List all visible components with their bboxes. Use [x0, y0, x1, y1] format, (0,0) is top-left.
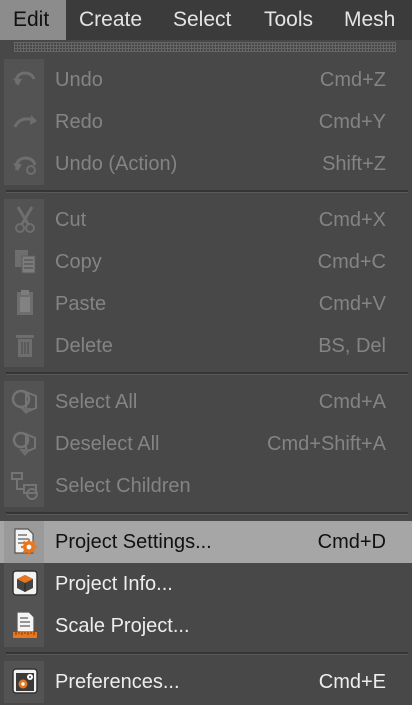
tear-off-handle[interactable] [14, 42, 396, 52]
menu-item-label: Undo (Action) [55, 153, 178, 175]
menu-item-project-settings[interactable]: Project Settings... Cmd+D [0, 521, 412, 563]
menu-item-label: Delete [55, 335, 113, 357]
menu-item-label: Select All [55, 391, 138, 413]
edit-menu-dropdown: Undo Cmd+Z Redo Cmd+Y Undo (Action) Shif… [0, 56, 412, 705]
project-settings-icon [14, 528, 37, 555]
menu-item-label: Scale Project... [55, 615, 190, 637]
menu-item-copy[interactable]: Copy Cmd+C [0, 241, 412, 283]
menu-item-label: Undo [55, 69, 103, 91]
shortcut-label: Cmd+C [317, 251, 386, 273]
redo-icon [13, 115, 37, 128]
shortcut-label: Cmd+Shift+A [267, 433, 386, 455]
menu-edit[interactable]: Edit [0, 0, 66, 40]
menu-create[interactable]: Create [79, 0, 142, 40]
menu-item-undo[interactable]: Undo Cmd+Z [0, 59, 412, 101]
menu-item-label: Project Settings... [55, 531, 212, 553]
menu-item-select-all[interactable]: Select All Cmd+A [0, 381, 412, 423]
preferences-icon [12, 668, 38, 694]
menu-separator [6, 372, 408, 375]
menu-item-label: Preferences... [55, 671, 180, 693]
paste-icon [17, 290, 33, 315]
menu-item-delete[interactable]: Delete BS, Del [0, 325, 412, 367]
menu-separator [6, 652, 408, 655]
select-children-icon [11, 472, 38, 500]
deselect-all-icon [12, 431, 36, 456]
undo-action-icon [13, 156, 37, 175]
menu-item-preferences[interactable]: Preferences... Cmd+E [0, 661, 412, 703]
menu-item-label: Paste [55, 293, 107, 315]
menu-item-deselect-all[interactable]: Deselect All Cmd+Shift+A [0, 423, 412, 465]
scale-project-icon [13, 611, 37, 638]
menu-item-label: Copy [55, 251, 102, 273]
shortcut-label: Shift+Z [322, 153, 386, 175]
menu-item-undo-action[interactable]: Undo (Action) Shift+Z [0, 143, 412, 185]
menu-item-project-info[interactable]: Project Info... [0, 563, 412, 605]
menu-separator [6, 190, 408, 193]
scissors-icon [15, 206, 35, 233]
shortcut-label: Cmd+D [317, 531, 386, 553]
shortcut-label: Cmd+V [318, 293, 386, 315]
menu-item-select-children[interactable]: Select Children [0, 465, 412, 507]
shortcut-label: BS, Del [318, 335, 386, 357]
menu-select[interactable]: Select [173, 0, 231, 40]
menu-item-label: Cut [55, 209, 87, 231]
menu-item-paste[interactable]: Paste Cmd+V [0, 283, 412, 325]
menu-item-cut[interactable]: Cut Cmd+X [0, 199, 412, 241]
shortcut-label: Cmd+Y [318, 111, 386, 133]
menu-separator [6, 512, 408, 515]
menu-item-label: Project Info... [55, 573, 173, 595]
trash-icon [16, 335, 34, 357]
menu-tools[interactable]: Tools [264, 0, 313, 40]
menu-item-label: Deselect All [55, 433, 160, 455]
menu-item-scale-project[interactable]: Scale Project... [0, 605, 412, 647]
menu-item-label: Redo [55, 111, 103, 133]
menu-item-redo[interactable]: Redo Cmd+Y [0, 101, 412, 143]
copy-icon [15, 250, 36, 274]
menu-bar: Edit Create Select Tools Mesh [0, 0, 412, 40]
select-all-icon [11, 389, 37, 414]
menu-mesh[interactable]: Mesh [344, 0, 395, 40]
shortcut-label: Cmd+E [318, 671, 386, 693]
undo-icon [13, 71, 36, 86]
menu-item-label: Select Children [55, 475, 191, 497]
shortcut-label: Cmd+A [318, 391, 386, 413]
project-info-icon [12, 570, 38, 596]
shortcut-label: Cmd+Z [319, 69, 386, 91]
shortcut-label: Cmd+X [318, 209, 386, 231]
